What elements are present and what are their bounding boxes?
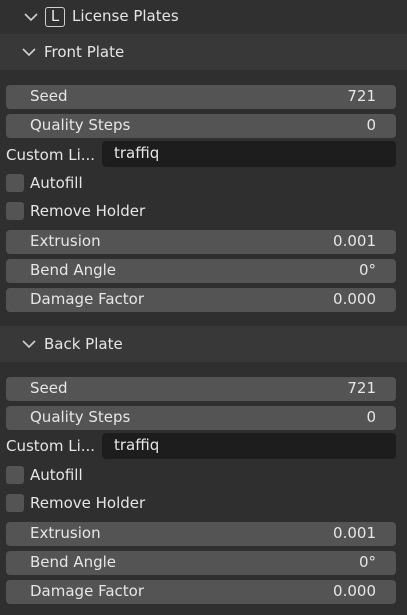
back-autofill-checkbox[interactable] xyxy=(6,466,24,484)
back-remove-holder-checkbox-row[interactable]: Remove Holder xyxy=(6,493,396,515)
front-autofill-checkbox[interactable] xyxy=(6,174,24,192)
license-plates-panel-header[interactable]: L License Plates xyxy=(0,0,407,34)
chevron-down-icon[interactable] xyxy=(24,12,38,22)
back-damage-factor-field[interactable]: Damage Factor 0.000 xyxy=(6,580,396,604)
field-label: Quality Steps xyxy=(30,408,131,426)
front-remove-holder-checkbox-row[interactable]: Remove Holder xyxy=(6,201,396,223)
front-autofill-checkbox-row[interactable]: Autofill xyxy=(6,173,396,195)
front-custom-text-input[interactable]: traffiq xyxy=(102,141,396,167)
front-remove-holder-checkbox[interactable] xyxy=(6,202,24,220)
field-value: 0° xyxy=(358,261,376,279)
panel-title: License Plates xyxy=(72,7,179,25)
front-extrusion-field[interactable]: Extrusion 0.001 xyxy=(6,230,396,254)
front-bend-angle-field[interactable]: Bend Angle 0° xyxy=(6,259,396,283)
checkbox-label: Autofill xyxy=(30,466,83,484)
field-label: Extrusion xyxy=(30,524,101,542)
field-label: Seed xyxy=(30,87,68,105)
field-value: 0.001 xyxy=(333,232,376,250)
field-label: Quality Steps xyxy=(30,116,131,134)
field-value: 721 xyxy=(347,87,376,105)
back-bend-angle-field[interactable]: Bend Angle 0° xyxy=(6,551,396,575)
field-value: 721 xyxy=(347,379,376,397)
field-value: 0 xyxy=(366,408,376,426)
field-label: Extrusion xyxy=(30,232,101,250)
field-value: 0.000 xyxy=(333,582,376,600)
back-custom-label: Custom Li... xyxy=(6,437,96,455)
chevron-down-icon[interactable] xyxy=(22,339,36,349)
back-seed-field[interactable]: Seed 721 xyxy=(6,377,396,401)
chevron-down-icon[interactable] xyxy=(22,47,36,57)
checkbox-label: Remove Holder xyxy=(30,494,146,512)
license-plates-icon: L xyxy=(45,7,65,27)
back-custom-text-input[interactable]: traffiq xyxy=(102,433,396,459)
front-quality-steps-field[interactable]: Quality Steps 0 xyxy=(6,114,396,138)
field-value: 0 xyxy=(366,116,376,134)
front-damage-factor-field[interactable]: Damage Factor 0.000 xyxy=(6,288,396,312)
back-extrusion-field[interactable]: Extrusion 0.001 xyxy=(6,522,396,546)
input-value: traffiq xyxy=(114,144,160,162)
field-value: 0° xyxy=(358,553,376,571)
field-label: Damage Factor xyxy=(30,290,144,308)
back-quality-steps-field[interactable]: Quality Steps 0 xyxy=(6,406,396,430)
back-remove-holder-checkbox[interactable] xyxy=(6,494,24,512)
field-label: Bend Angle xyxy=(30,261,117,279)
field-value: 0.001 xyxy=(333,524,376,542)
back-autofill-checkbox-row[interactable]: Autofill xyxy=(6,465,396,487)
front-plate-header[interactable]: Front Plate xyxy=(0,34,407,70)
field-label: Bend Angle xyxy=(30,553,117,571)
checkbox-label: Remove Holder xyxy=(30,202,146,220)
front-plate-title: Front Plate xyxy=(44,43,125,61)
front-seed-field[interactable]: Seed 721 xyxy=(6,85,396,109)
checkbox-label: Autofill xyxy=(30,174,83,192)
input-value: traffiq xyxy=(114,436,160,454)
back-plate-header[interactable]: Back Plate xyxy=(0,326,407,362)
front-custom-label: Custom Li... xyxy=(6,146,96,164)
field-value: 0.000 xyxy=(333,290,376,308)
back-plate-title: Back Plate xyxy=(44,335,123,353)
field-label: Damage Factor xyxy=(30,582,144,600)
field-label: Seed xyxy=(30,379,68,397)
